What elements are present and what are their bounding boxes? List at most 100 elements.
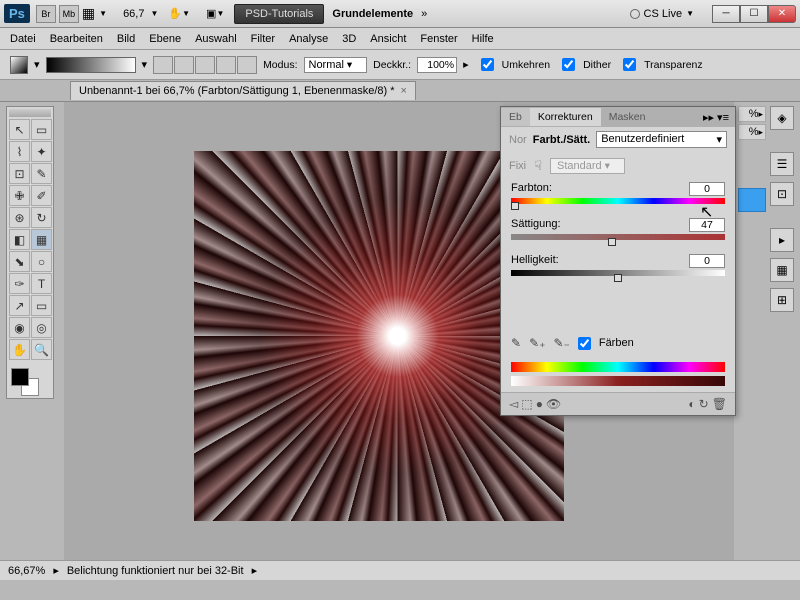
type-tool[interactable]: T xyxy=(31,273,52,294)
toolbox-grip[interactable] xyxy=(9,109,51,117)
reset-icon[interactable]: ↻ xyxy=(699,397,709,411)
gradient-radial-button[interactable] xyxy=(174,56,194,74)
history-icon[interactable]: ▸ xyxy=(770,228,794,252)
menu-item[interactable]: Ansicht xyxy=(370,33,406,45)
more-workspaces-icon[interactable]: » xyxy=(421,8,427,20)
gradient-angle-button[interactable] xyxy=(195,56,215,74)
hand-tool[interactable]: ✋ xyxy=(9,339,30,360)
prev-icon[interactable]: ◐ xyxy=(688,397,695,411)
gradient-linear-button[interactable] xyxy=(153,56,173,74)
eraser-tool[interactable]: ◧ xyxy=(9,229,30,250)
maximize-button[interactable]: ☐ xyxy=(740,5,768,23)
crop-tool[interactable]: ⊡ xyxy=(9,163,30,184)
shape-tool[interactable]: ▭ xyxy=(31,295,52,316)
menu-item[interactable]: Hilfe xyxy=(472,33,494,45)
selected-layer[interactable] xyxy=(738,188,766,212)
bridge-button[interactable]: Br xyxy=(36,5,56,23)
history-brush-tool[interactable]: ↻ xyxy=(31,207,52,228)
fill-readout[interactable]: % ▸ xyxy=(738,124,766,140)
tab-masken[interactable]: Masken xyxy=(601,108,654,126)
hue-input[interactable]: 0 xyxy=(689,182,725,196)
opacity-readout[interactable]: % ▸ xyxy=(738,106,766,122)
paths-icon[interactable]: ⊞ xyxy=(770,288,794,312)
preset-select[interactable]: Benutzerdefiniert▾ xyxy=(596,131,727,148)
menu-item[interactable]: Fenster xyxy=(420,33,457,45)
mode-select[interactable]: Normal ▾ xyxy=(304,57,368,73)
marquee-tool[interactable]: ▭ xyxy=(31,119,52,140)
view-icon[interactable]: ▣ xyxy=(206,7,216,20)
cslive-button[interactable]: CS Live▼ xyxy=(630,8,704,20)
light-slider[interactable] xyxy=(511,270,725,280)
eyedropper-sub-icon[interactable]: ✎₋ xyxy=(553,336,569,350)
tab-ebenen[interactable]: Eb xyxy=(501,108,530,126)
gradient-tool[interactable]: ▦ xyxy=(31,229,52,250)
stamp-tool[interactable]: ⊛ xyxy=(9,207,30,228)
menu-item[interactable]: Filter xyxy=(251,33,275,45)
close-button[interactable]: ✕ xyxy=(768,5,796,23)
eyedropper-icon[interactable]: ✎ xyxy=(511,336,521,350)
actions-icon[interactable]: ▦ xyxy=(770,258,794,282)
transparency-checkbox[interactable] xyxy=(623,58,636,71)
menu-item[interactable]: Datei xyxy=(10,33,36,45)
gradient-tool-icon[interactable] xyxy=(10,56,28,74)
workspace-button-1[interactable]: PSD-Tutorials xyxy=(234,4,324,24)
visibility-icon[interactable]: 👁 xyxy=(546,397,561,411)
minibridge-button[interactable]: Mb xyxy=(59,5,79,23)
scrub-icon[interactable]: ☟ xyxy=(534,158,542,174)
path-tool[interactable]: ↗ xyxy=(9,295,30,316)
light-input[interactable]: 0 xyxy=(689,254,725,268)
trash-icon[interactable]: 🗑 xyxy=(712,397,727,411)
back-icon[interactable]: ◅ xyxy=(509,397,518,411)
zoom-tool[interactable]: 🔍 xyxy=(31,339,52,360)
adjustments-icon[interactable]: ⊡ xyxy=(770,182,794,206)
channels-icon[interactable]: ☰ xyxy=(770,152,794,176)
hue-slider[interactable] xyxy=(511,198,725,208)
panel-strip: % ▸ % ▸ xyxy=(738,106,766,212)
menu-item[interactable]: Analyse xyxy=(289,33,328,45)
expand-icon[interactable]: ⬚ xyxy=(521,397,532,411)
screenmode-icon[interactable]: ▦ xyxy=(82,5,95,22)
brush-tool[interactable]: ✐ xyxy=(31,185,52,206)
colorize-checkbox[interactable] xyxy=(578,337,591,350)
3d-tool[interactable]: ◉ xyxy=(9,317,30,338)
move-tool[interactable]: ↖ xyxy=(9,119,30,140)
wand-tool[interactable]: ✦ xyxy=(31,141,52,162)
foreground-swatch[interactable] xyxy=(11,368,29,386)
sat-slider[interactable] xyxy=(511,234,725,244)
pen-tool[interactable]: ✑ xyxy=(9,273,30,294)
adjustments-panel: Eb Korrekturen Masken ▸▸ ▾≡ Nor Farbt./S… xyxy=(500,106,736,416)
minimize-button[interactable]: ─ xyxy=(712,5,740,23)
clip-icon[interactable]: ● xyxy=(536,397,543,411)
lasso-tool[interactable]: ⌇ xyxy=(9,141,30,162)
mode-label: Modus: xyxy=(263,59,297,71)
menu-item[interactable]: Auswahl xyxy=(195,33,237,45)
menu-item[interactable]: Ebene xyxy=(149,33,181,45)
dither-checkbox[interactable] xyxy=(562,58,575,71)
menu-item[interactable]: Bearbeiten xyxy=(50,33,103,45)
3d-camera-tool[interactable]: ◎ xyxy=(31,317,52,338)
reverse-checkbox[interactable] xyxy=(481,58,494,71)
gradient-diamond-button[interactable] xyxy=(237,56,257,74)
blur-tool[interactable]: ⬊ xyxy=(9,251,30,272)
dodge-tool[interactable]: ○ xyxy=(31,251,52,272)
color-swatches[interactable] xyxy=(9,366,51,396)
panel-menu-icon[interactable]: ▸▸ ▾≡ xyxy=(697,111,735,124)
sat-input[interactable]: 47 xyxy=(689,218,725,232)
hand-icon[interactable]: ✋ xyxy=(168,7,182,20)
zoom-value[interactable]: 66,7 xyxy=(123,8,144,20)
range-select[interactable]: Standard ▾ xyxy=(550,158,625,174)
eyedropper-tool[interactable]: ✎ xyxy=(31,163,52,184)
heal-tool[interactable]: ✙ xyxy=(9,185,30,206)
status-zoom[interactable]: 66,67% xyxy=(8,565,45,577)
gradient-picker[interactable] xyxy=(46,57,136,73)
layers-icon[interactable]: ◈ xyxy=(770,106,794,130)
eyedropper-add-icon[interactable]: ✎₊ xyxy=(529,336,545,350)
opacity-input[interactable]: 100% xyxy=(417,57,457,73)
close-tab-icon[interactable]: × xyxy=(401,85,407,97)
workspace-button-2[interactable]: Grundelemente xyxy=(332,8,413,20)
tab-korrekturen[interactable]: Korrekturen xyxy=(530,108,601,126)
menu-item[interactable]: 3D xyxy=(342,33,356,45)
menu-item[interactable]: Bild xyxy=(117,33,135,45)
gradient-reflected-button[interactable] xyxy=(216,56,236,74)
document-tab[interactable]: Unbenannt-1 bei 66,7% (Farbton/Sättigung… xyxy=(70,81,416,100)
